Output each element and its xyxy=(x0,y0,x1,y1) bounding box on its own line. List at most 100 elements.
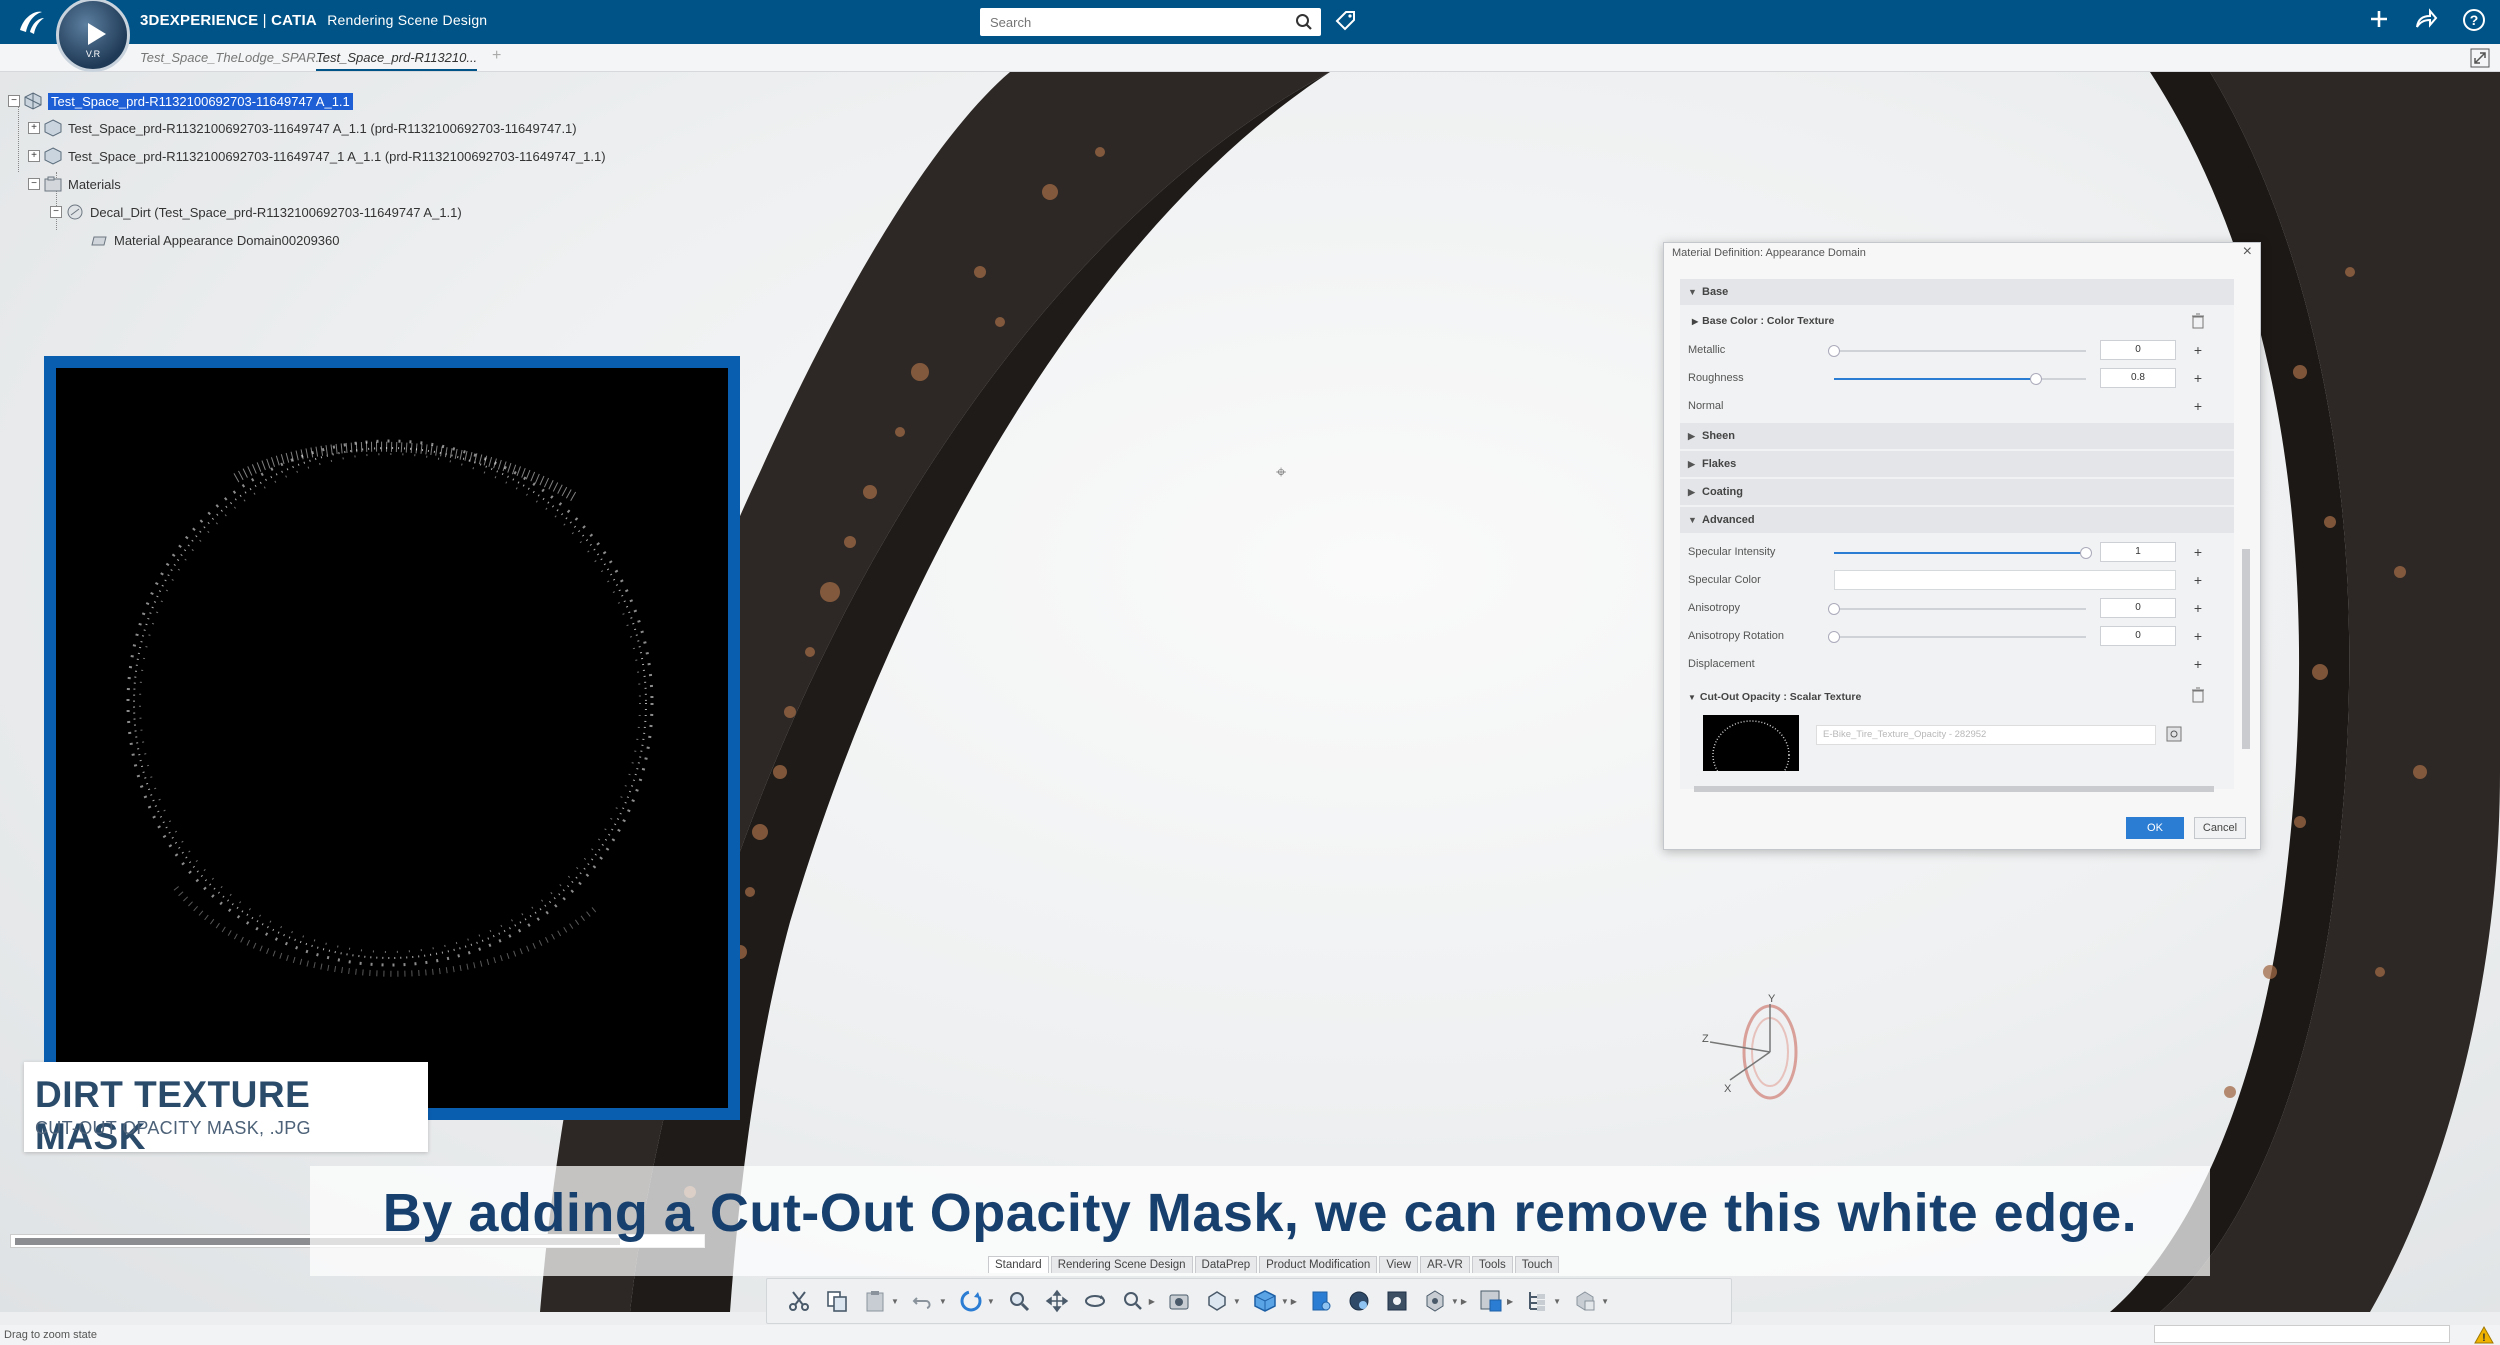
specular-intensity-slider[interactable] xyxy=(1834,547,2092,559)
tab-thelodge[interactable]: Test_Space_TheLodge_SPAR... xyxy=(140,50,326,65)
dropdown-caret-icon[interactable]: ▼ xyxy=(1233,1297,1241,1306)
dialog-horizontal-scrollbar[interactable] xyxy=(1680,783,2234,795)
help-icon[interactable]: ? xyxy=(2462,8,2486,37)
ok-button[interactable]: OK xyxy=(2126,817,2184,839)
dropdown-caret-icon[interactable]: ▶ xyxy=(1291,1297,1297,1306)
pan-icon[interactable] xyxy=(1043,1287,1071,1315)
wb-tab-standard[interactable]: Standard xyxy=(988,1256,1049,1273)
tree-icon[interactable] xyxy=(1523,1287,1551,1315)
anisotropy-rotation-slider[interactable] xyxy=(1828,631,2086,643)
slider-knob[interactable] xyxy=(1828,345,1840,357)
update-icon[interactable] xyxy=(957,1287,985,1315)
expand-node-icon[interactable]: + xyxy=(28,122,40,134)
add-texture-icon[interactable]: + xyxy=(2188,396,2208,416)
texture-settings-icon[interactable] xyxy=(2164,725,2184,745)
dropdown-caret-icon[interactable]: ▼ xyxy=(891,1297,899,1306)
metallic-slider[interactable] xyxy=(1828,345,2086,357)
collapse-icon[interactable]: − xyxy=(28,178,40,190)
section-base[interactable]: ▼ Base xyxy=(1680,279,2234,305)
section-coating[interactable]: ▶ Coating xyxy=(1680,479,2234,505)
tree-item-materials[interactable]: − Materials xyxy=(28,173,121,195)
dropdown-caret-icon[interactable]: ▼ xyxy=(1601,1297,1609,1306)
metallic-value-field[interactable]: 0 xyxy=(2100,340,2176,360)
section-advanced[interactable]: ▼ Advanced xyxy=(1680,507,2234,533)
slider-knob[interactable] xyxy=(1828,603,1840,615)
collapse-icon[interactable]: − xyxy=(8,95,20,107)
specular-color-swatch[interactable] xyxy=(1834,570,2176,590)
add-texture-icon[interactable]: + xyxy=(2188,570,2208,590)
search-input[interactable] xyxy=(980,8,1280,36)
copy-icon[interactable] xyxy=(823,1287,851,1315)
sequence-icon[interactable] xyxy=(1477,1287,1505,1315)
section-sheen[interactable]: ▶ Sheen xyxy=(1680,423,2234,449)
warning-icon[interactable]: ! xyxy=(2474,1325,2494,1345)
tree-item-appearance[interactable]: Material Appearance Domain00209360 xyxy=(90,229,340,251)
slider-knob[interactable] xyxy=(2029,373,2042,385)
tree-item-child-2[interactable]: + Test_Space_prd-R1132100692703-11649747… xyxy=(28,145,606,167)
add-texture-icon[interactable]: + xyxy=(2188,598,2208,618)
view-cube-icon[interactable] xyxy=(1251,1287,1279,1315)
wb-tab-tools[interactable]: Tools xyxy=(1471,1256,1513,1273)
zoom-icon[interactable] xyxy=(1005,1287,1033,1315)
specular-intensity-value-field[interactable]: 1 xyxy=(2100,542,2176,562)
dropdown-caret-icon[interactable]: ▼ xyxy=(1451,1297,1459,1306)
add-texture-icon[interactable]: + xyxy=(2188,368,2208,388)
roughness-slider[interactable] xyxy=(1834,373,2086,385)
dropdown-caret-icon[interactable]: ▼ xyxy=(987,1297,995,1306)
tree-item-root[interactable]: − Test_Space_prd-R1132100692703-11649747… xyxy=(8,90,353,112)
opacity-texture-thumbnail[interactable] xyxy=(1703,715,1799,771)
dialog-vertical-scrollbar[interactable] xyxy=(2240,279,2252,779)
compass-icon[interactable] xyxy=(1571,1287,1599,1315)
trash-icon[interactable] xyxy=(2188,687,2208,707)
rotate-icon[interactable] xyxy=(1081,1287,1109,1315)
capture-icon[interactable] xyxy=(1165,1287,1193,1315)
scrollbar-thumb[interactable] xyxy=(1694,786,2214,792)
anisotropy-rotation-value-field[interactable]: 0 xyxy=(2100,626,2176,646)
slider-knob[interactable] xyxy=(2080,547,2092,559)
tag-icon[interactable] xyxy=(1334,9,1358,38)
compass-icon[interactable]: V.R xyxy=(56,0,130,72)
add-texture-icon[interactable]: + xyxy=(2188,340,2208,360)
wb-tab-product-modification[interactable]: Product Modification xyxy=(1259,1256,1378,1273)
share-icon[interactable] xyxy=(2414,8,2438,37)
wb-tab-rendering[interactable]: Rendering Scene Design xyxy=(1050,1256,1193,1273)
wb-tab-touch[interactable]: Touch xyxy=(1514,1256,1560,1273)
dropdown-caret-icon[interactable]: ▼ xyxy=(1281,1297,1289,1306)
section-flakes[interactable]: ▶ Flakes xyxy=(1680,451,2234,477)
dropdown-caret-icon[interactable]: ▶ xyxy=(1461,1297,1467,1306)
zoom-area-icon[interactable] xyxy=(1119,1287,1147,1315)
wb-tab-view[interactable]: View xyxy=(1379,1256,1419,1273)
fit-all-icon[interactable] xyxy=(1203,1287,1231,1315)
tree-item-child-1[interactable]: + Test_Space_prd-R1132100692703-11649747… xyxy=(28,117,577,139)
close-icon[interactable]: × xyxy=(2243,243,2252,261)
paste-icon[interactable] xyxy=(861,1287,889,1315)
expand-node-icon[interactable]: + xyxy=(28,150,40,162)
dropdown-caret-icon[interactable]: ▶ xyxy=(1507,1297,1513,1306)
tree-item-decal[interactable]: − Decal_Dirt (Test_Space_prd-R1132100692… xyxy=(50,201,462,223)
lighting-icon[interactable] xyxy=(1383,1287,1411,1315)
slider-knob[interactable] xyxy=(1828,631,1840,643)
add-texture-icon[interactable]: + xyxy=(2188,626,2208,646)
add-texture-icon[interactable]: + xyxy=(2188,542,2208,562)
collapse-icon[interactable]: − xyxy=(50,206,62,218)
trash-icon[interactable] xyxy=(2188,313,2208,333)
ds-logo-icon[interactable] xyxy=(14,6,48,38)
render-icon[interactable] xyxy=(1307,1287,1335,1315)
scrollbar-thumb[interactable] xyxy=(2242,549,2250,749)
dropdown-caret-icon[interactable]: ▼ xyxy=(939,1297,947,1306)
roughness-value-field[interactable]: 0.8 xyxy=(2100,368,2176,388)
texture-name-field[interactable]: E-Bike_Tire_Texture_Opacity - 282952 xyxy=(1816,725,2156,745)
dropdown-caret-icon[interactable]: ▶ xyxy=(1149,1297,1155,1306)
subsection-base-color[interactable]: ▶ Base Color : Color Texture xyxy=(1692,315,1834,327)
add-texture-icon[interactable]: + xyxy=(2188,654,2208,674)
cut-icon[interactable] xyxy=(785,1287,813,1315)
add-icon[interactable] xyxy=(2368,8,2390,37)
anisotropy-value-field[interactable]: 0 xyxy=(2100,598,2176,618)
3d-viewport[interactable]: − Test_Space_prd-R1132100692703-11649747… xyxy=(0,72,2500,1312)
subsection-cutout-opacity[interactable]: ▼ Cut-Out Opacity : Scalar Texture xyxy=(1688,691,1861,703)
command-input[interactable] xyxy=(2154,1325,2450,1343)
anisotropy-slider[interactable] xyxy=(1828,603,2086,615)
wb-tab-dataprep[interactable]: DataPrep xyxy=(1194,1256,1258,1273)
settings-icon[interactable] xyxy=(1421,1287,1449,1315)
wb-tab-ar-vr[interactable]: AR-VR xyxy=(1420,1256,1470,1273)
